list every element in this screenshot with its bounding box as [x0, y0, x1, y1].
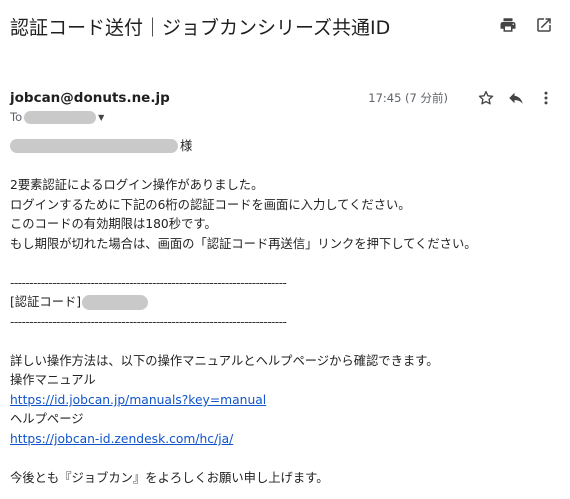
message-time: 17:45 (7 分前): [368, 91, 448, 105]
star-icon[interactable]: [476, 88, 496, 108]
closing-line: 今後とも『ジョブカン』をよろしくお願い申し上げます。: [10, 471, 329, 485]
print-icon[interactable]: [498, 15, 518, 35]
honorific: 様: [180, 139, 193, 153]
to-label: To: [10, 110, 23, 124]
body-line-1: 2要素認証によるログイン操作がありました。: [10, 178, 264, 192]
redacted-code: [82, 295, 149, 310]
sender-address[interactable]: jobcan@donuts.ne.jp: [10, 90, 170, 106]
separator-bottom: ----------------------------------------…: [10, 315, 287, 329]
help-link[interactable]: https://jobcan-id.zendesk.com/hc/ja/: [10, 432, 233, 446]
body-line-3: このコードの有効期限は180秒です。: [10, 217, 217, 231]
body-line-2: ログインするために下記の6桁の認証コードを画面に入力してください。: [10, 198, 411, 212]
reply-icon[interactable]: [506, 88, 526, 108]
code-line: [認証コード]: [10, 294, 149, 310]
body-line-5: 詳しい操作方法は、以下の操作マニュアルとヘルプページから確認できます。: [10, 354, 439, 368]
manual-label: 操作マニュアル: [10, 373, 96, 387]
message-meta: 17:45 (7 分前): [368, 88, 556, 108]
recipient-row: To ▼: [10, 110, 104, 124]
subject-actions: [498, 15, 554, 35]
caret-down-icon[interactable]: ▼: [98, 113, 104, 122]
manual-link[interactable]: https://id.jobcan.jp/manuals?key=manual: [10, 393, 266, 407]
separator-top: ----------------------------------------…: [10, 276, 287, 290]
redacted-recipient: [24, 110, 97, 124]
help-label: ヘルプページ: [10, 412, 84, 426]
open-in-new-window-icon[interactable]: [534, 15, 554, 35]
email-view: 認証コード送付｜ジョブカンシリーズ共通ID jobcan@donuts.ne.j…: [0, 0, 570, 499]
redacted-recipient-name: [10, 139, 178, 153]
code-label: [認証コード]: [10, 295, 82, 309]
more-vert-icon[interactable]: [536, 88, 556, 108]
email-subject: 認証コード送付｜ジョブカンシリーズ共通ID: [10, 17, 391, 39]
body-line-4: もし期限が切れた場合は、画面の「認証コード再送信」リンクを押下してください。: [10, 237, 477, 251]
salutation: 様: [10, 138, 192, 154]
